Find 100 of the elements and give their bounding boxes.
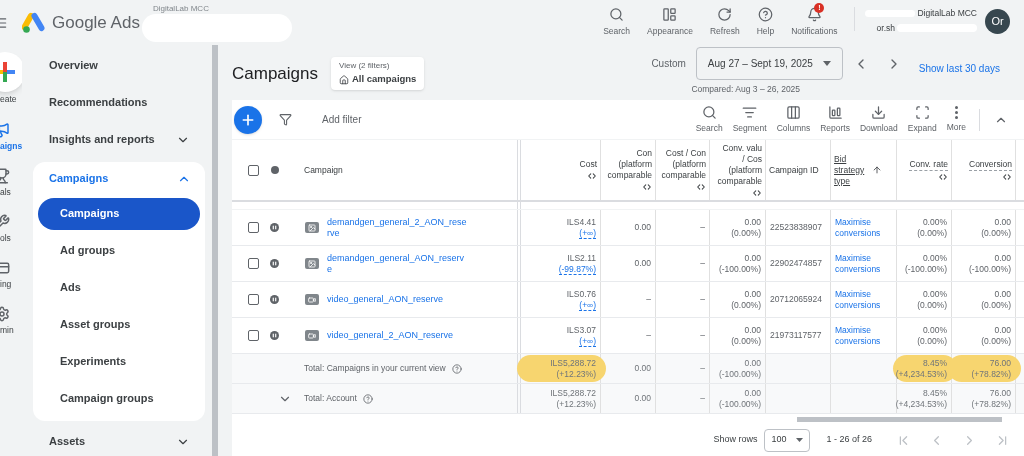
change-value: (0.00%) xyxy=(981,227,1011,239)
nav-section[interactable]: Campaigns xyxy=(33,162,205,195)
change-link[interactable]: (-99.87%) xyxy=(558,263,596,275)
download-icon xyxy=(871,104,887,120)
column-header[interactable]: Con (platform comparable xyxy=(601,140,656,200)
cell-value: – xyxy=(700,222,705,233)
bar-chart-icon xyxy=(827,104,843,120)
show-last-link[interactable]: Show last 30 days xyxy=(918,61,1000,76)
toolbar-button[interactable]: Download xyxy=(854,104,903,135)
column-header[interactable]: Bid strategy type xyxy=(831,140,897,200)
toolbar-button[interactable]: More xyxy=(941,105,971,134)
toolbar-button[interactable]: Help xyxy=(750,7,781,38)
rail-item[interactable]: als xyxy=(0,167,22,214)
cell-value: 0.00 xyxy=(634,363,651,374)
cell-value: – xyxy=(700,363,705,374)
status-icon xyxy=(270,166,279,174)
lines-icon xyxy=(742,104,758,120)
nav-item[interactable]: Campaigns xyxy=(38,197,200,230)
add-filter[interactable]: Add filter xyxy=(322,112,362,127)
change-link[interactable]: (+∞) xyxy=(579,299,596,311)
cell-value: 22902474857 xyxy=(770,258,822,269)
nav-item[interactable]: Overview xyxy=(22,47,212,84)
nav-item[interactable]: Asset groups xyxy=(38,308,200,341)
rail-item[interactable]: min xyxy=(0,305,22,352)
nav-item[interactable]: Ad groups xyxy=(38,234,200,267)
total-label: Total: Campaigns in your current view xyxy=(304,362,446,375)
toolbar-button[interactable]: Expand xyxy=(902,104,942,135)
column-header[interactable]: Conv. valu / Cos (platform comparable xyxy=(710,140,766,200)
cell-value: 8.45% xyxy=(922,387,947,399)
nav-item[interactable]: Ads xyxy=(38,271,200,304)
display-ad-icon xyxy=(305,222,319,233)
bid-strategy-link[interactable]: Maximise conversions xyxy=(835,288,893,311)
rail-item[interactable]: ols xyxy=(0,213,22,260)
change-value: (-100.00%) xyxy=(904,263,947,275)
checkbox[interactable] xyxy=(248,294,259,305)
change-link[interactable]: (+∞) xyxy=(579,227,596,239)
change-value: (0.00%) xyxy=(917,227,947,239)
change-link[interactable]: (+∞) xyxy=(579,335,596,347)
nav-item[interactable]: Experiments xyxy=(38,345,200,378)
campaign-link[interactable]: video_general_2_AON_reserve xyxy=(327,330,467,341)
horizontal-scrollbar[interactable] xyxy=(797,416,1002,422)
toolbar-button[interactable]: Segment xyxy=(727,104,772,135)
change-value: (0.00%) xyxy=(981,335,1011,347)
column-header[interactable]: Cost xyxy=(521,140,601,200)
campaign-link[interactable]: video_general_AON_reserve xyxy=(327,294,467,305)
bid-strategy-link[interactable]: Maximise conversions xyxy=(835,216,893,239)
cell-value: 0.00% xyxy=(922,216,947,228)
change-value: (0.00%) xyxy=(917,335,947,347)
cell-value: 0.00 xyxy=(744,216,761,228)
column-header[interactable]: Campaign ID xyxy=(766,140,831,200)
checkbox[interactable] xyxy=(248,222,259,233)
scrollbar[interactable] xyxy=(212,45,218,456)
toolbar-button[interactable]: Refresh xyxy=(703,7,746,38)
bid-strategy-link[interactable]: Maximise conversions xyxy=(835,252,893,275)
columns-icon xyxy=(785,104,801,120)
toolbar-button[interactable]: Search xyxy=(597,7,637,38)
add-button[interactable] xyxy=(234,105,262,134)
toolbar-button[interactable]: Reports xyxy=(815,104,855,135)
cell-value: – xyxy=(700,393,705,404)
toolbar-button[interactable]: Appearance xyxy=(641,7,699,38)
avatar[interactable]: Or xyxy=(985,9,1010,35)
checkbox[interactable] xyxy=(248,330,259,341)
account-email: or.sh xyxy=(876,21,895,35)
video-camera-icon xyxy=(305,330,319,341)
change-value: (0.00%) xyxy=(981,299,1011,311)
help-icon[interactable] xyxy=(451,363,462,374)
cell-value: 0.00% xyxy=(922,288,947,300)
campaign-link[interactable]: demandgen_general_2_AON_reserve xyxy=(327,216,467,239)
change-value: (+12.23%) xyxy=(556,368,596,380)
cell-value: 0.00 xyxy=(744,252,761,264)
toolbar-button[interactable]: Columns xyxy=(771,104,816,135)
toolbar-button[interactable]: Search xyxy=(690,104,728,135)
bid-strategy-link[interactable]: Maximise conversions xyxy=(835,324,893,347)
view-selector[interactable]: View (2 filters) All campaigns xyxy=(331,57,425,90)
nav-item[interactable]: Campaign groups xyxy=(38,382,200,415)
cell-value: – xyxy=(700,330,705,341)
account-path[interactable]: DigitalLab MCC xyxy=(152,3,209,15)
column-header[interactable]: Cost / Con (platform comparable xyxy=(656,140,710,200)
rail-item[interactable]: ing xyxy=(0,259,22,306)
rail-item[interactable]: aigns xyxy=(0,121,22,168)
display-ad-icon xyxy=(305,258,319,269)
page-range: 1 - 26 of 26 xyxy=(826,433,872,447)
column-header[interactable]: Conv. rate xyxy=(897,140,952,200)
rows-per-page-dropdown[interactable]: 100 xyxy=(764,428,811,452)
cell-value: – xyxy=(646,330,651,341)
nav-item[interactable]: Assets xyxy=(22,423,212,456)
campaign-link[interactable]: demandgen_general_AON_reserve xyxy=(327,252,467,275)
checkbox[interactable] xyxy=(248,164,259,176)
cell-value: 22523838907 xyxy=(770,222,822,233)
checkbox[interactable] xyxy=(248,258,259,269)
date-preset: Custom xyxy=(651,57,686,71)
nav-item[interactable]: Insights and reports xyxy=(22,121,212,158)
column-header[interactable]: Campaign xyxy=(304,163,343,177)
date-range-dropdown[interactable]: Aug 27 – Sept 19, 2025 xyxy=(695,47,843,80)
sort-toggle-icon xyxy=(938,171,948,182)
change-value: (0.00%) xyxy=(731,299,761,311)
help-icon[interactable] xyxy=(362,393,373,404)
column-header[interactable]: Conversion xyxy=(952,140,1016,200)
filter-icon[interactable] xyxy=(279,113,292,126)
nav-item[interactable]: Recommendations xyxy=(22,84,212,121)
